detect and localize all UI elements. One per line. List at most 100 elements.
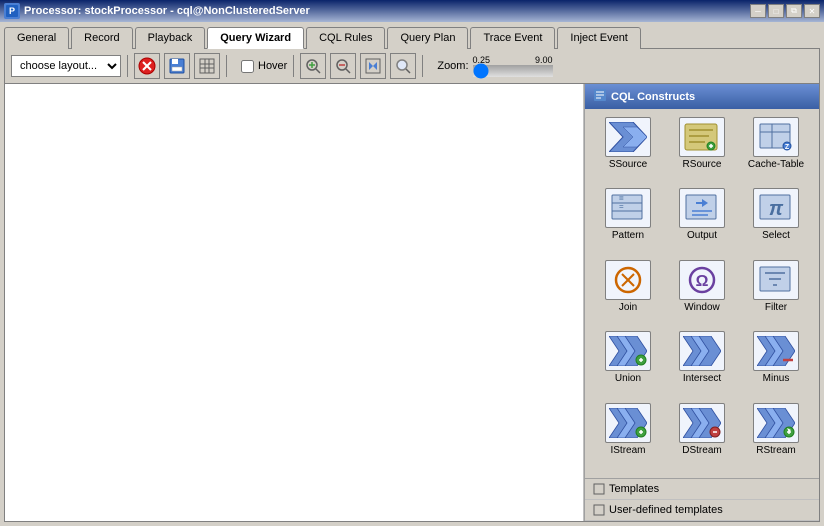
- cql-bottom-templates[interactable]: Templates: [585, 479, 819, 500]
- cql-item-intersect[interactable]: Intersect: [667, 331, 737, 398]
- app-icon: P: [4, 3, 20, 19]
- title-bar-left: P Processor: stockProcessor - cql@NonClu…: [4, 3, 310, 19]
- cql-label-ssource: SSource: [609, 159, 647, 170]
- cql-bottom: Templates User-defined templates: [585, 478, 819, 521]
- tab-cql-rules[interactable]: CQL Rules: [306, 27, 385, 49]
- tab-general[interactable]: General: [4, 27, 69, 49]
- grid-button[interactable]: [194, 53, 220, 79]
- user-defined-icon: [593, 504, 605, 516]
- window-body: General Record Playback Query Wizard CQL…: [0, 22, 824, 526]
- cql-icon-ssource: [605, 117, 651, 157]
- tab-record[interactable]: Record: [71, 27, 132, 49]
- cql-item-union[interactable]: Union: [593, 331, 663, 398]
- cql-icon-join: [605, 260, 651, 300]
- cql-item-rsource[interactable]: RSource: [667, 117, 737, 184]
- cql-label-cache-table: Cache-Table: [748, 159, 804, 170]
- cql-label-window: Window: [684, 302, 720, 313]
- cql-header: CQL Constructs: [585, 84, 819, 109]
- svg-text:P: P: [9, 6, 15, 16]
- svg-text:=: =: [619, 202, 624, 211]
- svg-text:Ω: Ω: [696, 273, 709, 290]
- cql-item-istream[interactable]: IStream: [593, 403, 663, 470]
- cql-bottom-user-defined[interactable]: User-defined templates: [585, 500, 819, 521]
- cql-label-filter: Filter: [765, 302, 787, 313]
- cql-panel: CQL Constructs SSource: [584, 84, 819, 521]
- toolbar-separator-3: [293, 55, 294, 77]
- cql-label-rsource: RSource: [683, 159, 722, 170]
- cql-icon-filter: [753, 260, 799, 300]
- zoom-slider-container: 0.25 9.00: [473, 55, 553, 77]
- window-title: Processor: stockProcessor - cql@NonClust…: [24, 5, 310, 17]
- cql-label-pattern: Pattern: [612, 230, 644, 241]
- canvas-area: [5, 84, 584, 521]
- svg-text:Z: Z: [785, 144, 790, 151]
- cql-label-union: Union: [615, 373, 641, 384]
- cql-icon-select: π: [753, 188, 799, 228]
- zoom-area: Zoom: 0.25 9.00: [437, 55, 552, 77]
- layout-dropdown[interactable]: choose layout...: [11, 55, 121, 77]
- tab-inject-event[interactable]: Inject Event: [557, 27, 640, 49]
- user-defined-label: User-defined templates: [609, 504, 723, 516]
- cql-icon-output: [679, 188, 725, 228]
- layout-select-container: choose layout...: [11, 55, 121, 77]
- svg-text:π: π: [769, 198, 784, 220]
- toolbar: choose layout...: [5, 49, 819, 84]
- cql-item-rstream[interactable]: RStream: [741, 403, 811, 470]
- templates-label: Templates: [609, 483, 659, 495]
- cql-item-ssource[interactable]: SSource: [593, 117, 663, 184]
- cql-item-output[interactable]: Output: [667, 188, 737, 255]
- cql-icon-union: [605, 331, 651, 371]
- cql-label-dstream: DStream: [682, 445, 721, 456]
- cql-label-intersect: Intersect: [683, 373, 721, 384]
- cql-icon-cache-table: Z: [753, 117, 799, 157]
- cql-label-select: Select: [762, 230, 790, 241]
- cql-label-istream: IStream: [610, 445, 645, 456]
- cql-grid: SSource: [585, 109, 819, 478]
- fit-button[interactable]: [360, 53, 386, 79]
- save-button[interactable]: [164, 53, 190, 79]
- search-button[interactable]: [390, 53, 416, 79]
- cql-header-title: CQL Constructs: [611, 91, 695, 103]
- zoom-label: Zoom:: [437, 60, 468, 72]
- templates-icon: [593, 483, 605, 495]
- cql-label-rstream: RStream: [756, 445, 795, 456]
- tab-playback[interactable]: Playback: [135, 27, 206, 49]
- cql-icon-window: Ω: [679, 260, 725, 300]
- cql-item-join[interactable]: Join: [593, 260, 663, 327]
- cql-item-dstream[interactable]: DStream: [667, 403, 737, 470]
- cql-item-minus[interactable]: Minus: [741, 331, 811, 398]
- tab-query-wizard[interactable]: Query Wizard: [207, 27, 304, 49]
- close-button[interactable]: ✕: [804, 4, 820, 18]
- title-bar: P Processor: stockProcessor - cql@NonClu…: [0, 0, 824, 22]
- toolbar-separator-4: [422, 55, 423, 77]
- toolbar-separator-1: [127, 55, 128, 77]
- tab-query-plan[interactable]: Query Plan: [387, 27, 468, 49]
- minimize-button[interactable]: ─: [750, 4, 766, 18]
- cql-icon-istream: [605, 403, 651, 443]
- cql-item-pattern[interactable]: = = Pattern: [593, 188, 663, 255]
- maximize-button[interactable]: □: [768, 4, 784, 18]
- zoom-in-button[interactable]: [300, 53, 326, 79]
- delete-button[interactable]: [134, 53, 160, 79]
- tab-content: choose layout...: [4, 48, 820, 522]
- tab-trace-event[interactable]: Trace Event: [470, 27, 555, 49]
- title-bar-controls: ─ □ ⧉ ✕: [750, 4, 820, 18]
- main-area: CQL Constructs SSource: [5, 84, 819, 521]
- cql-item-filter[interactable]: Filter: [741, 260, 811, 327]
- hover-checkbox[interactable]: [241, 60, 254, 73]
- zoom-out-button[interactable]: [330, 53, 356, 79]
- window: P Processor: stockProcessor - cql@NonClu…: [0, 0, 824, 526]
- cql-icon-dstream: [679, 403, 725, 443]
- cql-item-window[interactable]: Ω Window: [667, 260, 737, 327]
- restore-button[interactable]: ⧉: [786, 4, 802, 18]
- cql-label-output: Output: [687, 230, 717, 241]
- hover-checkbox-container: Hover: [241, 60, 287, 73]
- cql-icon-rstream: [753, 403, 799, 443]
- cql-header-icon: [593, 88, 607, 105]
- zoom-slider[interactable]: [473, 65, 553, 77]
- cql-icon-rsource: [679, 117, 725, 157]
- cql-item-cache-table[interactable]: Z Cache-Table: [741, 117, 811, 184]
- cql-label-minus: Minus: [763, 373, 790, 384]
- cql-item-select[interactable]: π Select: [741, 188, 811, 255]
- cql-icon-minus: [753, 331, 799, 371]
